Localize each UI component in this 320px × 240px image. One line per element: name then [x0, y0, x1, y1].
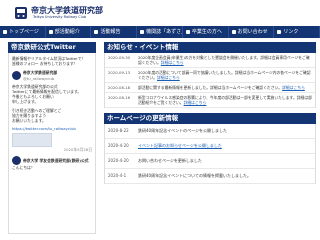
- report-icon: [94, 30, 99, 34]
- nav-item-alumni[interactable]: 卒業生の方へ: [183, 26, 229, 38]
- twitter-timeline[interactable]: 最新情報やリアルタイム状況はTwitterで！ 皆様のフォロー お待ちしておりま…: [8, 53, 96, 234]
- info-icon: [48, 30, 53, 34]
- home-icon: [3, 30, 7, 34]
- train-logo-icon[interactable]: [14, 6, 28, 20]
- tweet-line: こんにちは！: [12, 164, 35, 170]
- news-list: 2020-09-30 2020年度企画会員(卒業生)の方を対象とした懇談会を開催…: [104, 53, 316, 108]
- update-item: 2020-8-22 鉄研40周年記念イベントのページを公開しました: [105, 124, 315, 139]
- update-item: 2020-4-20 お問い合わせページを更新しました: [105, 154, 315, 169]
- update-text: 鉄研40周年記念イベントについての情報を掲載いたしました。: [138, 173, 251, 178]
- updates-section-title: ホームページの更新情報: [104, 113, 316, 124]
- tweet-image[interactable]: [12, 133, 52, 148]
- update-date: 2020-4-20: [108, 143, 129, 148]
- nav-item-top[interactable]: トップページ: [0, 26, 46, 38]
- nav-item-contact[interactable]: お問い合わせ: [229, 26, 275, 38]
- updates-list: 2020-8-22 鉄研40周年記念イベントのページを公開しました 2020-4…: [104, 124, 316, 184]
- news-date: 2020-08-18: [108, 85, 131, 90]
- people-icon: [185, 30, 190, 34]
- news-item: 2020-09-30 2020年度企画会員(卒業生)の方を対象とした懇談会を開催…: [105, 53, 315, 68]
- update-text: 鉄研40周年記念イベントのページを公開しました: [138, 128, 228, 133]
- news-item: 2020-08-18 部活動に関する最新情報を更新しました。詳細は当ホームページ…: [105, 83, 315, 93]
- update-date: 2020-4-20: [108, 158, 129, 163]
- update-link[interactable]: イベント記事のお知らせページを公開しました: [138, 142, 312, 150]
- news-date: 2020-09-30: [108, 55, 131, 60]
- tweet-line: 申し上げます。: [12, 99, 39, 105]
- tweet-card[interactable]: 帝京大学鉄道研究部 @tu_railwayclub 帝京大学鉄道研究部の公式 T…: [12, 70, 92, 152]
- news-link[interactable]: 詳細はこちら: [282, 85, 305, 90]
- news-text: 部活動に関する最新情報を更新しました。詳細は当ホームページをご確認ください。: [138, 85, 283, 90]
- nav-item-reports[interactable]: 活動報告: [91, 26, 138, 38]
- tweet-user[interactable]: 帝京大学 学友会鉄道研究部(鉄研)公式: [23, 158, 89, 163]
- main-nav: トップページ 部活動紹介 活動報告 機関誌「あずさ」 卒業生の方へ お問い合わせ…: [0, 26, 320, 38]
- update-date: 2020-8-22: [108, 128, 129, 133]
- update-text: お問い合わせページを更新しました: [138, 158, 202, 163]
- news-date: 2020-08-16: [108, 95, 131, 100]
- main-content: お知らせ・イベント情報 2020-09-30 2020年度企画会員(卒業生)の方…: [104, 42, 316, 184]
- twitter-intro-2: 皆様のフォロー お待ちしております！: [12, 61, 78, 67]
- updates-section: ホームページの更新情報 2020-8-22 鉄研40周年記念イベントのページを公…: [104, 113, 316, 184]
- tweet-card-2[interactable]: 帝京大学 学友会鉄道研究部(鉄研)公式: [12, 155, 92, 165]
- news-link[interactable]: 詳細はこちら: [157, 75, 180, 80]
- twitter-sidebar: 帝京鉄研公式Twitter 最新情報やリアルタイム状況はTwitterで！ 皆様…: [8, 42, 96, 240]
- nav-item-links[interactable]: リンク: [274, 26, 320, 38]
- tweet-handle[interactable]: @tu_railwayclub: [23, 76, 57, 81]
- site-subtitle: Teikyo University Railway Club: [33, 15, 87, 19]
- update-item: 2020-4-1 鉄研40周年記念イベントについての情報を掲載いたしました。: [105, 169, 315, 184]
- site-header: 帝京大学鉄道研究部 Teikyo University Railway Club: [0, 0, 320, 26]
- link-icon: [277, 30, 282, 34]
- news-link[interactable]: 詳細はこちら: [161, 60, 184, 65]
- news-section-title: お知らせ・イベント情報: [104, 42, 316, 53]
- update-item: 2020-4-20 イベント記事のお知らせページを公開しました: [105, 139, 315, 154]
- tweet-line: お願いいたします。: [12, 118, 46, 124]
- nav-item-about[interactable]: 部活動紹介: [46, 26, 92, 38]
- twitter-box-title: 帝京鉄研公式Twitter: [8, 42, 96, 53]
- news-date: 2020-09-13: [108, 70, 131, 75]
- book-icon: [140, 30, 145, 34]
- news-text: 新型コロナウイルス感染症の影響により、今年度の部活動は一部を変更して実施いたしま…: [138, 95, 312, 105]
- nav-item-journal[interactable]: 機関誌「あずさ」: [137, 26, 183, 38]
- update-date: 2020-4-1: [108, 173, 127, 178]
- tweet-user[interactable]: 帝京大学鉄道研究部: [23, 70, 57, 75]
- avatar[interactable]: [12, 155, 21, 165]
- avatar[interactable]: [12, 71, 21, 81]
- news-link[interactable]: 詳細はこちら: [184, 100, 207, 105]
- news-item: 2020-09-13 2020年度の活動について部員一同で協議いたしました。詳細…: [105, 68, 315, 83]
- news-item: 2020-08-16 新型コロナウイルス感染症の影響により、今年度の部活動は一部…: [105, 93, 315, 108]
- tweet-link[interactable]: https://twitter.com/tu_railwayclub: [12, 126, 92, 131]
- mail-icon: [231, 30, 236, 34]
- tweet-date[interactable]: 2020年9月28日: [12, 147, 92, 152]
